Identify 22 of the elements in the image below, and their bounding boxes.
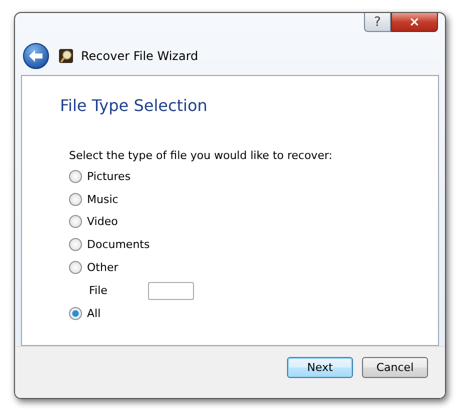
close-button[interactable]: × [391, 13, 438, 32]
input-field[interactable] [148, 282, 194, 300]
option-label[interactable]: Documents [87, 238, 150, 251]
radio-button[interactable] [69, 307, 82, 320]
radio-button[interactable] [69, 260, 82, 274]
radio-button[interactable] [69, 238, 82, 251]
prompt-text: Select the type of file you would like to recover: [69, 149, 334, 162]
option-label[interactable]: Pictures [87, 170, 131, 183]
option-label[interactable]: Video [87, 215, 118, 228]
option-label[interactable]: Other [87, 260, 118, 274]
field-label: File [89, 284, 108, 298]
window-title: Recover File Wizard [81, 49, 198, 63]
page-heading: File Type Selection [60, 96, 208, 115]
dialog-button[interactable]: Cancel [362, 357, 428, 378]
option-label[interactable]: All [87, 307, 101, 320]
radio-button[interactable] [69, 215, 82, 228]
option-label[interactable]: Music [87, 192, 118, 206]
magnifier-icon [59, 49, 73, 63]
dialog-button[interactable]: Next [287, 357, 353, 378]
help-button[interactable]: ? [364, 13, 391, 32]
radio-button[interactable] [69, 192, 82, 206]
radio-button[interactable] [69, 170, 82, 183]
